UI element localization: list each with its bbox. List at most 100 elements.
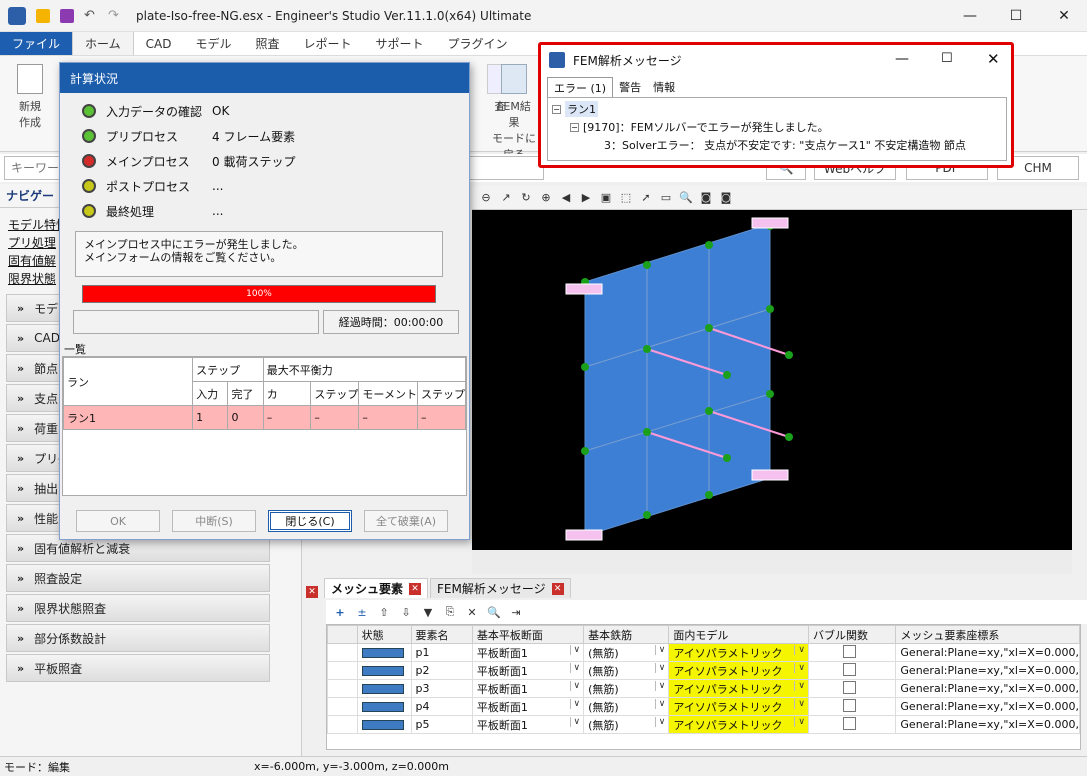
col-status[interactable]: 状態 (356, 625, 412, 644)
interrupt-button[interactable]: 中断(S) (172, 510, 256, 532)
nav-section-12[interactable]: » 平板照査 (6, 654, 270, 682)
menu-plugin[interactable]: プラグイン (436, 32, 520, 55)
menu-cad[interactable]: CAD (134, 32, 184, 55)
col-rebar[interactable]: 基本鉄筋 (583, 625, 670, 644)
chevron-down-icon[interactable]: ∨ (654, 716, 668, 727)
chevron-down-icon[interactable]: ∨ (569, 716, 583, 727)
fem-result-mode-button[interactable]: FEM結果 モードに戻る (492, 64, 536, 162)
close-tab-icon[interactable]: ✕ (409, 582, 422, 595)
delete-icon[interactable]: ✕ (464, 604, 480, 620)
menu-support[interactable]: サポート (364, 32, 436, 55)
search-view-icon[interactable]: 🔍 (678, 190, 694, 206)
target-icon[interactable]: ⊕ (538, 190, 554, 206)
fem-message-tree: − ラン1 − [9170]：FEMソルバーでエラーが発生しました。 3：Sol… (547, 97, 1007, 161)
menu-model[interactable]: モデル (183, 32, 243, 55)
tab-fem-messages[interactable]: FEM解析メッセージ ✕ (430, 578, 571, 598)
discard-all-button[interactable]: 全て破棄(A) (364, 510, 448, 532)
status-led-icon (82, 104, 96, 118)
menu-home[interactable]: ホーム (72, 32, 134, 55)
minimize-button[interactable]: — (895, 51, 909, 67)
fit-icon[interactable]: ▣ (598, 190, 614, 206)
table-row[interactable]: p4 平板断面1 ∨ (無筋) ∨ アイソパラメトリック ∨ General:Plane=xy… (327, 697, 1080, 716)
box-select-icon[interactable]: ▭ (658, 190, 674, 206)
table-row[interactable]: p5 平板断面1 ∨ (無筋) ∨ アイソパラメトリック ∨ General:Plane=xy… (327, 715, 1080, 734)
move-down-icon[interactable]: ⇩ (398, 604, 414, 620)
chevron-down-icon[interactable]: ∨ (794, 680, 807, 691)
bubble-checkbox[interactable] (842, 680, 856, 694)
table-row[interactable]: ラン1 1 0 – – – – (63, 405, 466, 430)
ok-button[interactable]: OK (76, 510, 160, 532)
bubble-checkbox[interactable] (842, 644, 856, 658)
close-button[interactable]: ✕ (987, 50, 1000, 68)
col-element-name[interactable]: 要素名 (410, 625, 473, 644)
menu-file[interactable]: ファイル (0, 32, 73, 55)
select-icon[interactable]: ⬚ (618, 190, 634, 206)
tab-warnings[interactable]: 警告 (613, 77, 647, 97)
new-file-button[interactable]: 新規 作成 (10, 64, 50, 130)
tab-info[interactable]: 情報 (647, 77, 681, 97)
tab-errors[interactable]: エラー (1) (547, 77, 614, 97)
tree-node-detail[interactable]: 3：Solverエラー： 支点が不安定です: "支点ケース1" 不安定構造物 節… (552, 136, 1002, 154)
chevron-down-icon[interactable]: ∨ (654, 644, 668, 655)
rotate-icon[interactable]: ↻ (518, 190, 534, 206)
close-button[interactable]: ✕ (1041, 0, 1087, 32)
maximize-button[interactable]: ☐ (993, 0, 1039, 32)
col-bubble[interactable]: バブル関数 (807, 625, 897, 644)
collapse-icon[interactable]: − (552, 104, 561, 114)
table-row[interactable]: p2 平板断面1 ∨ (無筋) ∨ アイソパラメトリック ∨ General:Plane=xy… (327, 661, 1080, 680)
undo-icon[interactable]: ↶ (84, 8, 98, 23)
table-row[interactable]: p3 平板断面1 ∨ (無筋) ∨ アイソパラメトリック ∨ General:Plane=xy… (327, 679, 1080, 698)
camera-icon[interactable]: ◙ (698, 190, 714, 206)
minimize-button[interactable]: — (947, 0, 993, 32)
3d-viewport[interactable] (472, 210, 1072, 550)
chevron-down-icon[interactable]: ∨ (569, 644, 583, 655)
zoom-out-icon[interactable]: ⊖ (478, 190, 494, 206)
chevron-down-icon[interactable]: ∨ (654, 662, 668, 673)
chevron-down-icon[interactable]: ∨ (569, 680, 583, 691)
nav-section-11[interactable]: » 部分係数設計 (6, 624, 270, 652)
chevron-down-icon[interactable]: ∨ (794, 716, 807, 727)
find-icon[interactable]: 🔍 (486, 604, 502, 620)
col-section[interactable]: 基本平板断面 (471, 625, 585, 644)
export-icon[interactable]: ⇥ (508, 604, 524, 620)
save-icon[interactable] (60, 8, 74, 23)
bubble-checkbox[interactable] (842, 716, 856, 730)
filter-icon[interactable]: ▼ (420, 604, 436, 620)
redo-icon[interactable]: ↷ (108, 8, 122, 23)
tab-mesh-elements[interactable]: メッシュ要素 ✕ (324, 578, 429, 598)
table-row[interactable]: p1 平板断面1 ∨ (無筋) ∨ アイソパラメトリック ∨ General:Plane=xy… (327, 643, 1080, 662)
bubble-checkbox[interactable] (842, 662, 856, 676)
nav-section-9[interactable]: » 照査設定 (6, 564, 270, 592)
menu-report[interactable]: レポート (292, 32, 364, 55)
chevron-down-icon[interactable]: ∨ (794, 698, 807, 709)
tree-node-error[interactable]: − [9170]：FEMソルバーでエラーが発生しました。 (552, 118, 1002, 136)
nav-section-10[interactable]: » 限界状態照査 (6, 594, 270, 622)
copy-icon[interactable]: ⎘ (442, 604, 458, 620)
close-pane-icon[interactable]: ✕ (306, 586, 318, 598)
close-tab-icon[interactable]: ✕ (551, 582, 564, 595)
pointer-icon[interactable]: ➚ (638, 190, 654, 206)
back-icon[interactable]: ◀ (558, 190, 574, 206)
chevron-down-icon[interactable]: ∨ (794, 662, 807, 673)
collapse-icon[interactable]: − (570, 122, 579, 132)
arrow-icon[interactable]: ↗ (498, 190, 514, 206)
tree-node-run[interactable]: − ラン1 (552, 100, 1002, 118)
chevron-down-icon[interactable]: ∨ (794, 644, 807, 655)
chevron-down-icon[interactable]: ∨ (569, 662, 583, 673)
viewport-splitter[interactable] (472, 550, 1072, 574)
menu-check[interactable]: 照査 (244, 32, 292, 55)
close-dialog-button[interactable]: 閉じる(C) (268, 510, 352, 532)
col-model[interactable]: 面内モデル (668, 625, 809, 644)
insert-icon[interactable]: ± (354, 604, 370, 620)
camera2-icon[interactable]: ◙ (718, 190, 734, 206)
move-up-icon[interactable]: ⇧ (376, 604, 392, 620)
col-coord[interactable]: メッシュ要素座標系 (895, 625, 1080, 644)
chevron-down-icon[interactable]: ∨ (654, 680, 668, 691)
chevron-down-icon[interactable]: ∨ (654, 698, 668, 709)
forward-icon[interactable]: ▶ (578, 190, 594, 206)
new-file-icon[interactable] (36, 8, 50, 23)
add-icon[interactable]: + (332, 604, 348, 620)
maximize-button[interactable]: ☐ (941, 51, 953, 66)
bubble-checkbox[interactable] (842, 698, 856, 712)
chevron-down-icon[interactable]: ∨ (569, 698, 583, 709)
